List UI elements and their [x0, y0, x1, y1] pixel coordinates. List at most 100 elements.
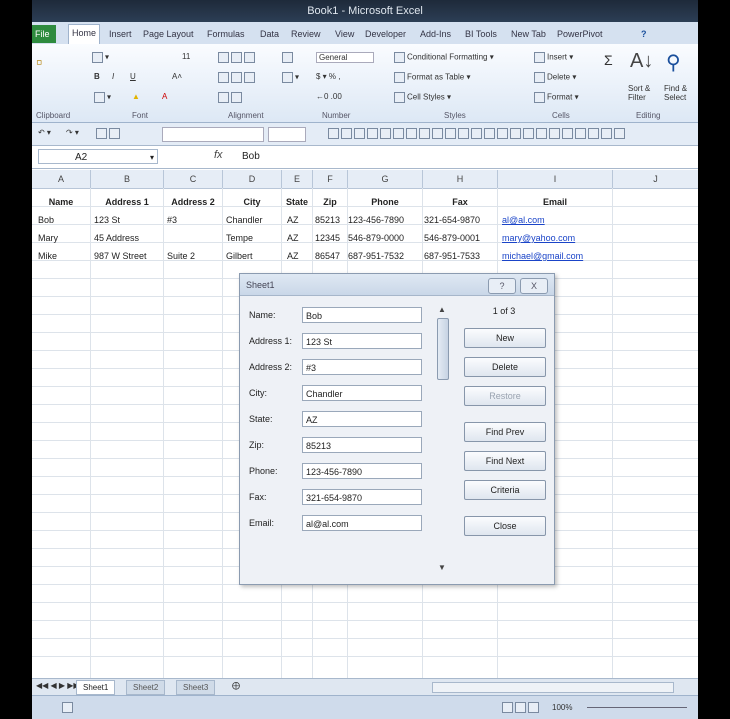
help-icon[interactable]: ?	[638, 26, 650, 42]
table-cell[interactable]: Tempe	[226, 229, 281, 247]
tab-view[interactable]: View	[332, 26, 357, 42]
table-cell[interactable]: 86547	[315, 247, 349, 265]
city-field[interactable]: Chandler	[302, 385, 422, 401]
qat-tools-icons[interactable]	[328, 128, 627, 139]
delete-cells-button[interactable]: Delete ▾	[534, 72, 576, 83]
column-header-g[interactable]: G	[348, 170, 423, 189]
delete-button[interactable]: Delete	[464, 357, 546, 377]
restore-button[interactable]: Restore	[464, 386, 546, 406]
column-header-d[interactable]: D	[223, 170, 282, 189]
new-button[interactable]: New	[464, 328, 546, 348]
scroll-thumb[interactable]	[437, 318, 449, 380]
close-button[interactable]: Close	[464, 516, 546, 536]
insert-cells-button[interactable]: Insert ▾	[534, 52, 573, 63]
undo-icon[interactable]: ↶ ▾	[38, 128, 51, 137]
number-format-dropdown[interactable]: General	[316, 52, 374, 63]
table-cell[interactable]: Suite 2	[167, 247, 221, 265]
autosum-icon[interactable]: Σ	[604, 52, 613, 68]
table-cell[interactable]: AZ	[287, 247, 312, 265]
tab-file[interactable]: File	[32, 25, 56, 43]
sheet-tab-2[interactable]: Sheet2	[126, 680, 166, 695]
name-field[interactable]: Bob	[302, 307, 422, 323]
tab-bi-tools[interactable]: BI Tools	[462, 26, 500, 42]
font-color-icon[interactable]: A	[162, 92, 167, 101]
header-cell[interactable]: Phone	[348, 193, 422, 211]
zoom-level[interactable]: 100%	[552, 703, 572, 712]
state-field[interactable]: AZ	[302, 411, 422, 427]
tab-new-tab[interactable]: New Tab	[508, 26, 549, 42]
dialog-help-button[interactable]: ?	[488, 278, 516, 294]
zoom-slider[interactable]	[587, 707, 687, 708]
address2-field[interactable]: #3	[302, 359, 422, 375]
fill-color-icon[interactable]: ▲	[132, 92, 140, 101]
borders-icon[interactable]: ▾	[94, 92, 111, 103]
tab-developer[interactable]: Developer	[362, 26, 409, 42]
grow-font-icon[interactable]: A˄	[172, 72, 182, 81]
header-cell[interactable]: State	[282, 193, 312, 211]
find-select-icon[interactable]: ⚲	[666, 50, 681, 75]
criteria-button[interactable]: Criteria	[464, 480, 546, 500]
indent-icon[interactable]	[218, 92, 244, 103]
table-cell[interactable]: Mary	[38, 229, 90, 247]
scroll-down-icon[interactable]: ▼	[436, 562, 448, 574]
sort-filter-label[interactable]: Sort & Filter	[628, 84, 662, 102]
format-as-table-button[interactable]: Format as Table ▾	[394, 72, 470, 83]
formula-input[interactable]: Bob	[242, 149, 260, 164]
table-cell[interactable]: 12345	[315, 229, 349, 247]
email-link[interactable]: al@al.com	[502, 211, 612, 229]
column-header-i[interactable]: I	[498, 170, 613, 189]
table-cell[interactable]: 687-951-7532	[348, 247, 422, 265]
header-cell[interactable]: Email	[498, 193, 612, 211]
phone-field[interactable]: 123-456-7890	[302, 463, 422, 479]
column-header-f[interactable]: F	[313, 170, 348, 189]
cell-styles-button[interactable]: Cell Styles ▾	[394, 92, 451, 103]
table-cell[interactable]: 45 Address	[94, 229, 162, 247]
qat-font-box[interactable]	[162, 127, 264, 142]
currency-icon[interactable]: $ ▾ % ,	[316, 72, 340, 81]
tab-page-layout[interactable]: Page Layout	[140, 26, 197, 42]
find-prev-button[interactable]: Find Prev	[464, 422, 546, 442]
fax-field[interactable]: 321-654-9870	[302, 489, 422, 505]
horizontal-scrollbar[interactable]	[432, 682, 674, 693]
column-header-e[interactable]: E	[282, 170, 313, 189]
new-sheet-icon[interactable]: ⨁	[232, 681, 240, 690]
merge-center-icon[interactable]: ▾	[282, 72, 299, 83]
macro-record-icon[interactable]	[62, 702, 75, 713]
conditional-formatting-button[interactable]: Conditional Formatting ▾	[394, 52, 494, 63]
email-link[interactable]: mary@yahoo.com	[502, 229, 612, 247]
format-cells-button[interactable]: Format ▾	[534, 92, 579, 103]
tab-data[interactable]: Data	[257, 26, 282, 42]
table-cell[interactable]: AZ	[287, 211, 312, 229]
chevron-down-icon[interactable]: ▾	[150, 150, 154, 165]
header-cell[interactable]: Zip	[313, 193, 347, 211]
table-cell[interactable]: Chandler	[226, 211, 281, 229]
column-header-b[interactable]: B	[91, 170, 164, 189]
wrap-text-icon[interactable]	[282, 52, 295, 63]
tab-formulas[interactable]: Formulas	[204, 26, 248, 42]
column-header-c[interactable]: C	[164, 170, 223, 189]
table-cell[interactable]: #3	[167, 211, 221, 229]
find-select-label[interactable]: Find & Select	[664, 84, 698, 102]
tab-add-ins[interactable]: Add-Ins	[417, 26, 454, 42]
name-box[interactable]: A2 ▾	[38, 149, 158, 164]
align-center-icon[interactable]	[218, 72, 257, 83]
address1-field[interactable]: 123 St	[302, 333, 422, 349]
table-cell[interactable]: 987 W Street	[94, 247, 162, 265]
paste-icon[interactable]: ▫	[36, 52, 42, 73]
underline-button[interactable]: U	[130, 72, 136, 81]
tab-insert[interactable]: Insert	[106, 26, 135, 42]
header-cell[interactable]: Address 1	[91, 193, 163, 211]
email-link[interactable]: michael@gmail.com	[502, 247, 612, 265]
sort-filter-icon[interactable]: A↓	[630, 50, 653, 73]
qat-size-box[interactable]	[268, 127, 306, 142]
table-cell[interactable]: 123-456-7890	[348, 211, 422, 229]
column-header-a[interactable]: A	[32, 170, 91, 189]
column-header-h[interactable]: H	[423, 170, 498, 189]
font-size-dropdown[interactable]: 11	[182, 52, 190, 61]
table-cell[interactable]	[167, 229, 221, 247]
align-top-icon[interactable]	[218, 52, 257, 63]
record-scrollbar[interactable]: ▲ ▼	[436, 304, 449, 574]
table-cell[interactable]: 546-879-0000	[348, 229, 422, 247]
dialog-close-button[interactable]: X	[520, 278, 548, 294]
view-mode-icons[interactable]	[502, 702, 541, 713]
